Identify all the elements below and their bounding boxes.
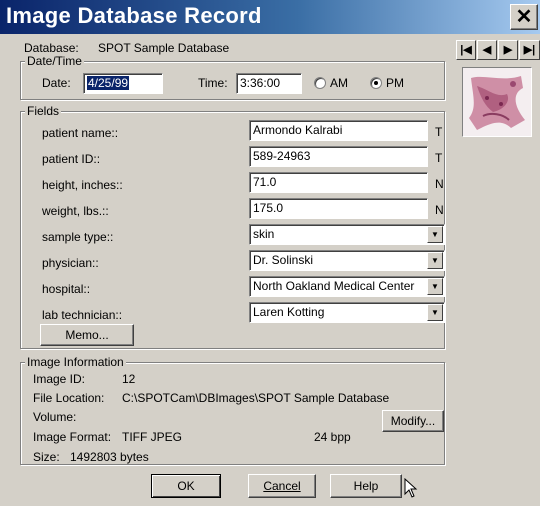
modify-button[interactable]: Modify...	[382, 410, 444, 432]
am-radio[interactable]	[314, 77, 326, 89]
time-label: Time:	[198, 76, 228, 90]
mouse-pointer-icon	[404, 478, 418, 498]
chevron-down-icon[interactable]: ▼	[427, 226, 443, 243]
close-icon: ✕	[515, 6, 533, 28]
time-value: 3:36:00	[240, 76, 281, 90]
chevron-down-icon[interactable]: ▼	[427, 304, 443, 321]
pm-radio[interactable]	[370, 77, 382, 89]
weight-type: N	[435, 203, 444, 217]
nav-last-button[interactable]: ▶|	[519, 40, 540, 60]
patient-id-field[interactable]: 589-24963	[249, 146, 428, 167]
datetime-legend: Date/Time	[25, 54, 84, 68]
database-label: Database:	[24, 41, 79, 55]
height-label: height, inches::	[42, 178, 123, 192]
date-value: 4/25/99	[87, 76, 130, 90]
close-button[interactable]: ✕	[510, 4, 538, 30]
time-field[interactable]: 3:36:00	[236, 73, 302, 94]
nav-next-button[interactable]: ▶	[498, 40, 518, 60]
window-title: Image Database Record	[6, 3, 262, 28]
image-info-legend: Image Information	[25, 355, 126, 369]
lab-technician-select[interactable]: Laren Kotting ▼	[249, 302, 445, 323]
nav-prev-button[interactable]: ◀	[477, 40, 497, 60]
help-button[interactable]: Help	[330, 474, 402, 498]
database-name: SPOT Sample Database	[98, 41, 230, 55]
image-format-label: Image Format:	[33, 430, 112, 444]
nav-first-button[interactable]: |◀	[456, 40, 476, 60]
volume-label: Volume:	[33, 410, 77, 424]
title-bar: Image Database Record ✕	[0, 0, 540, 34]
last-record-icon: ▶|	[523, 44, 536, 56]
pm-radio-selected-dot	[374, 81, 378, 85]
patient-name-type: T	[435, 125, 443, 139]
physician-label: physician::	[42, 256, 99, 270]
previous-record-icon: ◀	[482, 44, 492, 56]
first-record-icon: |◀	[460, 44, 472, 56]
hospital-select[interactable]: North Oakland Medical Center ▼	[249, 276, 445, 297]
image-id-label: Image ID:	[33, 372, 86, 386]
weight-value: 175.0	[253, 201, 284, 215]
height-field[interactable]: 71.0	[249, 172, 428, 193]
image-thumbnail[interactable]	[462, 67, 532, 137]
patient-name-field[interactable]: Armondo Kalrabi	[249, 120, 428, 141]
hospital-label: hospital::	[42, 282, 91, 296]
image-format-value: TIFF JPEG	[122, 430, 182, 444]
patient-name-label: patient name::	[42, 126, 119, 140]
height-value: 71.0	[253, 175, 277, 189]
pm-label: PM	[386, 76, 404, 90]
size-value: 1492803 bytes	[70, 450, 149, 464]
patient-id-type: T	[435, 151, 443, 165]
patient-id-label: patient ID::	[42, 152, 101, 166]
ok-button[interactable]: OK	[151, 474, 221, 498]
chevron-down-icon[interactable]: ▼	[427, 252, 443, 269]
chevron-down-icon[interactable]: ▼	[427, 278, 443, 295]
weight-label: weight, lbs.::	[42, 204, 109, 218]
lab-technician-value: Laren Kotting	[253, 305, 325, 319]
lab-technician-label: lab technician::	[42, 308, 123, 322]
patient-id-value: 589-24963	[253, 149, 311, 163]
hospital-value: North Oakland Medical Center	[253, 279, 415, 293]
weight-field[interactable]: 175.0	[249, 198, 428, 219]
next-record-icon: ▶	[503, 44, 513, 56]
cancel-button[interactable]: Cancel	[248, 474, 316, 498]
file-location-value: C:\SPOTCam\DBImages\SPOT Sample Database	[122, 391, 390, 405]
date-field[interactable]: 4/25/99	[83, 73, 163, 94]
physician-select[interactable]: Dr. Solinski ▼	[249, 250, 445, 271]
am-label: AM	[330, 76, 348, 90]
sample-type-value: skin	[253, 227, 275, 241]
sample-type-label: sample type::	[42, 230, 114, 244]
file-location-label: File Location:	[33, 391, 105, 405]
cancel-label: Cancel	[263, 479, 301, 493]
height-type: N	[435, 177, 444, 191]
fields-legend: Fields	[25, 104, 62, 118]
tissue-sample-thumbnail	[463, 68, 531, 136]
date-label: Date:	[42, 76, 71, 90]
physician-value: Dr. Solinski	[253, 253, 314, 267]
bpp-value: 24 bpp	[314, 430, 351, 444]
image-id-value: 12	[122, 372, 136, 386]
patient-name-value: Armondo Kalrabi	[253, 123, 343, 137]
memo-button[interactable]: Memo...	[40, 324, 134, 346]
sample-type-select[interactable]: skin ▼	[249, 224, 445, 245]
size-label: Size:	[33, 450, 60, 464]
